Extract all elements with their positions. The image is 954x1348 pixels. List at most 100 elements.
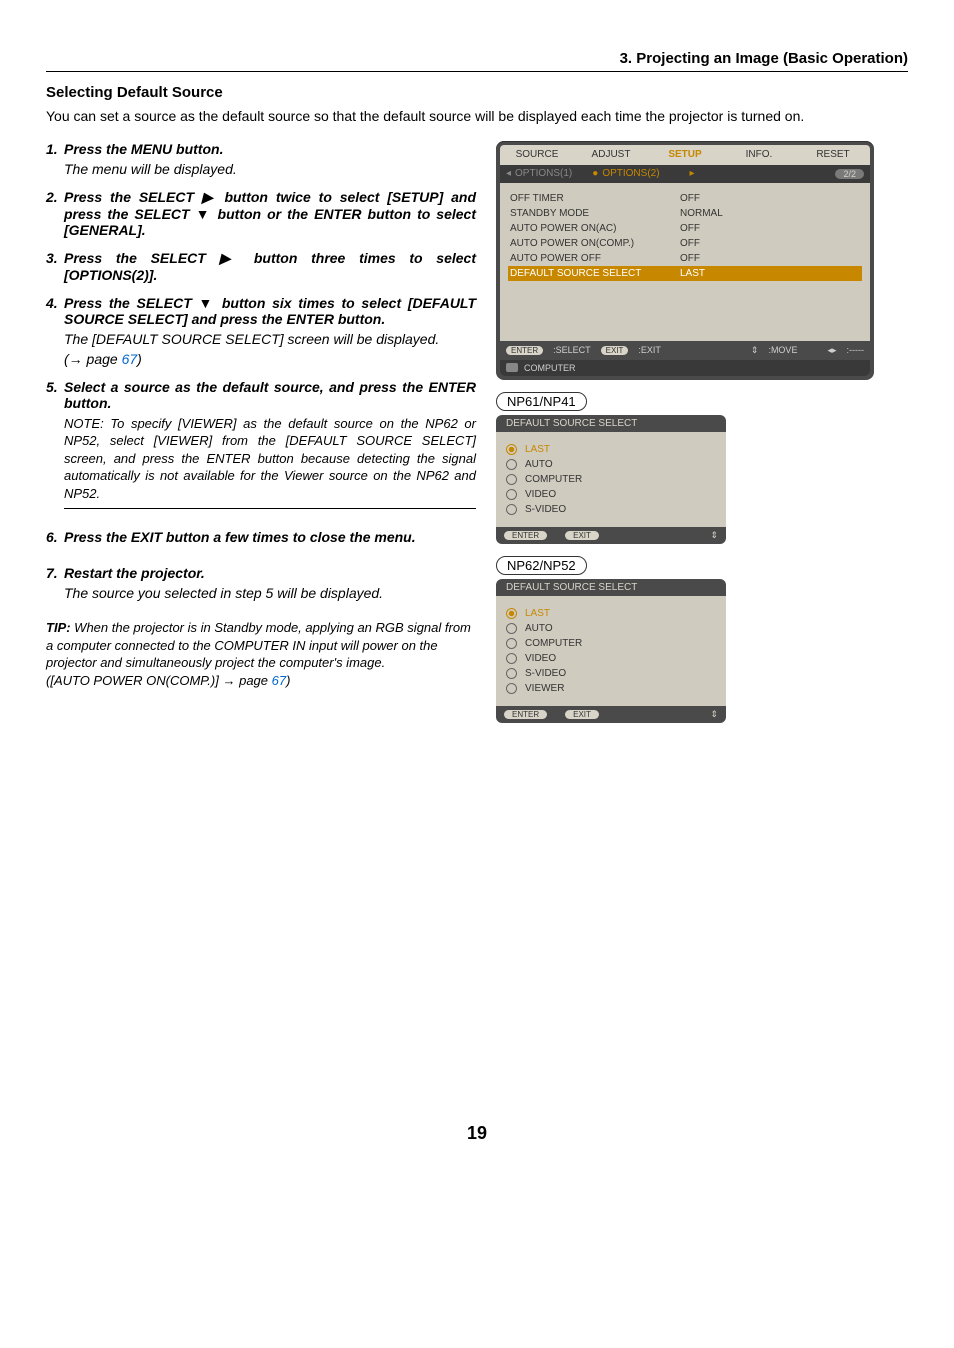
- osd-small-footer: ENTER EXIT ⇕: [496, 706, 726, 723]
- section-title: Selecting Default Source: [46, 84, 908, 101]
- list-item[interactable]: AUTO: [496, 621, 726, 636]
- page-link[interactable]: 67: [122, 351, 138, 367]
- osd-row[interactable]: AUTO POWER OFFOFF: [510, 251, 860, 266]
- exit-pill-icon: EXIT: [565, 531, 599, 540]
- osd-page-indicator: 2/2: [835, 169, 864, 179]
- radio-icon: [506, 459, 517, 470]
- osd-subtab-options2[interactable]: OPTIONS(2): [602, 168, 659, 179]
- osd-tab-setup[interactable]: SETUP: [648, 146, 722, 163]
- exit-pill-icon: EXIT: [601, 346, 629, 355]
- step-sub: The menu will be displayed.: [64, 161, 476, 177]
- updown-icon: ⇕: [710, 709, 718, 720]
- step-num: 7.: [46, 565, 64, 581]
- osd-row[interactable]: AUTO POWER ON(COMP.)OFF: [510, 236, 860, 251]
- step-4: 4.Press the SELECT ▼ button six times to…: [46, 295, 476, 367]
- enter-pill-icon: ENTER: [506, 346, 543, 355]
- radio-icon: [506, 638, 517, 649]
- list-item[interactable]: VIEWER: [496, 681, 726, 696]
- list-item[interactable]: COMPUTER: [496, 636, 726, 651]
- triangle-left-icon: ◂: [506, 168, 511, 179]
- step-num: 2.: [46, 189, 64, 238]
- enter-pill-icon: ENTER: [504, 531, 547, 540]
- list-item[interactable]: VIDEO: [496, 487, 726, 502]
- radio-icon: [506, 623, 517, 634]
- radio-icon: [506, 489, 517, 500]
- step-head: Restart the projector.: [64, 565, 476, 581]
- osd-subtabs: ◂ OPTIONS(1) ● OPTIONS(2) ▸ 2/2: [500, 165, 870, 183]
- osd-tab-source[interactable]: SOURCE: [500, 146, 574, 163]
- model-label-a: NP61/NP41: [496, 392, 587, 411]
- osd-small-footer: ENTER EXIT ⇕: [496, 527, 726, 544]
- step-num: 4.: [46, 295, 64, 327]
- osd-footer-source: COMPUTER: [500, 360, 870, 376]
- osd-row[interactable]: STANDBY MODENORMAL: [510, 206, 860, 221]
- step-6: 6.Press the EXIT button a few times to c…: [46, 529, 476, 545]
- right-column: SOURCE ADJUST SETUP INFO. RESET ◂ OPTION…: [496, 141, 886, 723]
- osd-body: OFF TIMEROFF STANDBY MODENORMAL AUTO POW…: [500, 183, 870, 341]
- step-7: 7.Restart the projector. The source you …: [46, 565, 476, 601]
- osd-small-title: DEFAULT SOURCE SELECT: [496, 415, 726, 432]
- section-intro: You can set a source as the default sour…: [46, 107, 908, 127]
- step-5: 5.Select a source as the default source,…: [46, 379, 476, 510]
- step-head: Press the SELECT ▶ button twice to selec…: [64, 189, 476, 238]
- step-head: Press the MENU button.: [64, 141, 476, 157]
- list-item[interactable]: LAST: [496, 606, 726, 621]
- osd-small-list: LAST AUTO COMPUTER VIDEO S-VIDEO VIEWER: [496, 602, 726, 700]
- step-num: 3.: [46, 250, 64, 283]
- list-item[interactable]: S-VIDEO: [496, 502, 726, 517]
- osd-tab-info[interactable]: INFO.: [722, 146, 796, 163]
- step-pageref: (→ page 67): [64, 351, 476, 367]
- list-item[interactable]: S-VIDEO: [496, 666, 726, 681]
- radio-icon: [506, 504, 517, 515]
- radio-icon: [506, 608, 517, 619]
- osd-source-select-a: DEFAULT SOURCE SELECT LAST AUTO COMPUTER…: [496, 415, 726, 544]
- leftright-icon: ◂▸: [827, 345, 836, 356]
- osd-main-menu: SOURCE ADJUST SETUP INFO. RESET ◂ OPTION…: [496, 141, 874, 380]
- radio-icon: [506, 683, 517, 694]
- tip-block: TIP: When the projector is in Standby mo…: [46, 619, 476, 689]
- tip-label: TIP:: [46, 620, 71, 635]
- step-3: 3.Press the SELECT ▶ button three times …: [46, 250, 476, 283]
- step-num: 5.: [46, 379, 64, 411]
- input-icon: [506, 363, 518, 372]
- list-item[interactable]: AUTO: [496, 457, 726, 472]
- osd-row-selected[interactable]: DEFAULT SOURCE SELECTLAST: [508, 266, 862, 281]
- osd-small-list: LAST AUTO COMPUTER VIDEO S-VIDEO: [496, 438, 726, 521]
- osd-small-title: DEFAULT SOURCE SELECT: [496, 579, 726, 596]
- radio-icon: [506, 668, 517, 679]
- chapter-header: 3. Projecting an Image (Basic Operation): [46, 50, 908, 72]
- osd-source-select-b: DEFAULT SOURCE SELECT LAST AUTO COMPUTER…: [496, 579, 726, 723]
- list-item[interactable]: VIDEO: [496, 651, 726, 666]
- exit-pill-icon: EXIT: [565, 710, 599, 719]
- osd-row[interactable]: AUTO POWER ON(AC)OFF: [510, 221, 860, 236]
- step-num: 1.: [46, 141, 64, 157]
- model-label-b: NP62/NP52: [496, 556, 587, 575]
- step-sub: The source you selected in step 5 will b…: [64, 585, 476, 601]
- step-head: Press the SELECT ▶ button three times to…: [64, 250, 476, 283]
- osd-row[interactable]: OFF TIMEROFF: [510, 191, 860, 206]
- step-num: 6.: [46, 529, 64, 545]
- osd-tab-reset[interactable]: RESET: [796, 146, 870, 163]
- step-sub: The [DEFAULT SOURCE SELECT] screen will …: [64, 331, 476, 347]
- page-link[interactable]: 67: [272, 673, 286, 688]
- radio-icon: [506, 444, 517, 455]
- radio-icon: [506, 474, 517, 485]
- step-2: 2.Press the SELECT ▶ button twice to sel…: [46, 189, 476, 238]
- osd-footer: ENTER:SELECT EXIT:EXIT ⇕:MOVE ◂▸:-----: [500, 341, 870, 360]
- tip-body: When the projector is in Standby mode, a…: [46, 620, 471, 670]
- list-item[interactable]: COMPUTER: [496, 472, 726, 487]
- osd-tab-adjust[interactable]: ADJUST: [574, 146, 648, 163]
- triangle-right-icon: ▸: [690, 168, 695, 179]
- page-number: 19: [46, 1123, 908, 1144]
- updown-icon: ⇕: [751, 345, 759, 356]
- updown-icon: ⇕: [710, 530, 718, 541]
- step-1: 1.Press the MENU button. The menu will b…: [46, 141, 476, 177]
- left-column: 1.Press the MENU button. The menu will b…: [46, 141, 476, 723]
- list-item[interactable]: LAST: [496, 442, 726, 457]
- radio-icon: [506, 653, 517, 664]
- step-head: Press the SELECT ▼ button six times to s…: [64, 295, 476, 327]
- step-head: Select a source as the default source, a…: [64, 379, 476, 411]
- step-head: Press the EXIT button a few times to clo…: [64, 529, 476, 545]
- osd-subtab-options1[interactable]: OPTIONS(1): [515, 168, 572, 179]
- bullet-icon: ●: [592, 168, 598, 179]
